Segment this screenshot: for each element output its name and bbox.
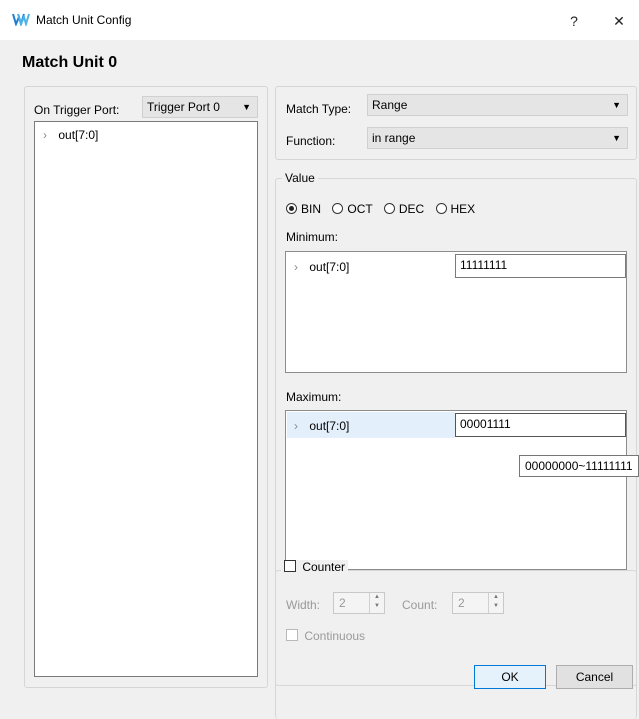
radio-dec-label: DEC	[398, 202, 425, 216]
trigger-port-value: Trigger Port 0	[147, 100, 220, 114]
width-spinbox[interactable]: 2 ▲ ▼	[333, 592, 385, 614]
continuous-checkbox[interactable]	[286, 629, 298, 641]
radio-bin-label: BIN	[301, 202, 322, 216]
chevron-right-icon: ›	[294, 419, 298, 433]
minimum-row[interactable]: › out[7:0]	[294, 260, 349, 274]
minimum-table[interactable]: › out[7:0] 11111111	[285, 251, 627, 373]
radio-oct-label: OCT	[347, 202, 373, 216]
page-title: Match Unit 0	[22, 54, 118, 71]
chevron-down-icon: ▼	[612, 100, 621, 110]
maximum-value-input[interactable]: 00001111	[455, 413, 626, 437]
maximum-label: Maximum:	[286, 390, 342, 404]
counter-group-header: Counter	[281, 560, 349, 578]
radio-oct[interactable]: OCT	[332, 202, 372, 216]
radio-selected-icon	[286, 203, 297, 214]
match-type-value: Range	[372, 98, 408, 112]
chevron-down-icon: ▼	[612, 133, 621, 143]
match-type-select[interactable]: Range ▼	[367, 94, 628, 116]
function-select[interactable]: in range ▼	[367, 127, 628, 149]
maximum-table[interactable]: › out[7:0] 00001111	[285, 410, 627, 570]
maximum-signal: out[7:0]	[309, 419, 350, 433]
radio-hex-label: HEX	[450, 202, 476, 216]
radio-empty-icon	[332, 203, 344, 214]
continuous-option[interactable]: Continuous	[286, 629, 365, 643]
radio-empty-icon	[435, 203, 447, 214]
value-group-label: Value	[282, 171, 318, 185]
counter-label: Counter	[302, 560, 346, 574]
window-title: Match Unit Config	[36, 13, 132, 27]
radio-dec[interactable]: DEC	[383, 202, 425, 216]
count-label: Count:	[402, 598, 438, 612]
ok-button[interactable]: OK	[474, 665, 546, 689]
width-value: 2	[339, 596, 346, 610]
spin-arrows-icon[interactable]: ▲ ▼	[369, 593, 384, 613]
radio-hex[interactable]: HEX	[435, 202, 476, 216]
tree-item[interactable]: › out[7:0]	[43, 128, 98, 142]
spin-arrows-icon[interactable]: ▲ ▼	[488, 593, 503, 613]
minimum-signal: out[7:0]	[309, 260, 350, 274]
maximum-row[interactable]: › out[7:0]	[294, 419, 349, 433]
trigger-port-label: On Trigger Port:	[34, 103, 120, 117]
chevron-right-icon: ›	[43, 128, 47, 142]
count-value: 2	[458, 596, 465, 610]
radio-bin[interactable]: BIN	[286, 202, 321, 216]
radio-empty-icon	[383, 203, 395, 214]
minimum-value-input[interactable]: 11111111	[455, 254, 626, 278]
signal-tree[interactable]: › out[7:0]	[34, 121, 258, 677]
width-label: Width:	[286, 598, 321, 612]
trigger-port-select[interactable]: Trigger Port 0 ▼	[142, 96, 258, 118]
radix-options: BIN OCT DEC HEX	[286, 202, 475, 216]
continuous-label: Continuous	[304, 629, 366, 643]
range-tooltip: 00000000~11111111	[519, 455, 639, 477]
function-value: in range	[372, 131, 416, 145]
gowin-logo-icon	[12, 13, 30, 26]
cancel-button[interactable]: Cancel	[556, 665, 633, 689]
chevron-down-icon: ▼	[242, 102, 251, 112]
help-button[interactable]: ?	[554, 8, 594, 34]
tree-item-label: out[7:0]	[58, 128, 99, 142]
counter-checkbox[interactable]	[284, 560, 296, 572]
chevron-right-icon: ›	[294, 260, 298, 274]
count-spinbox[interactable]: 2 ▲ ▼	[452, 592, 504, 614]
minimum-label: Minimum:	[286, 230, 339, 244]
close-button[interactable]: ✕	[599, 8, 639, 34]
function-label: Function:	[286, 134, 336, 148]
match-type-label: Match Type:	[286, 102, 352, 116]
